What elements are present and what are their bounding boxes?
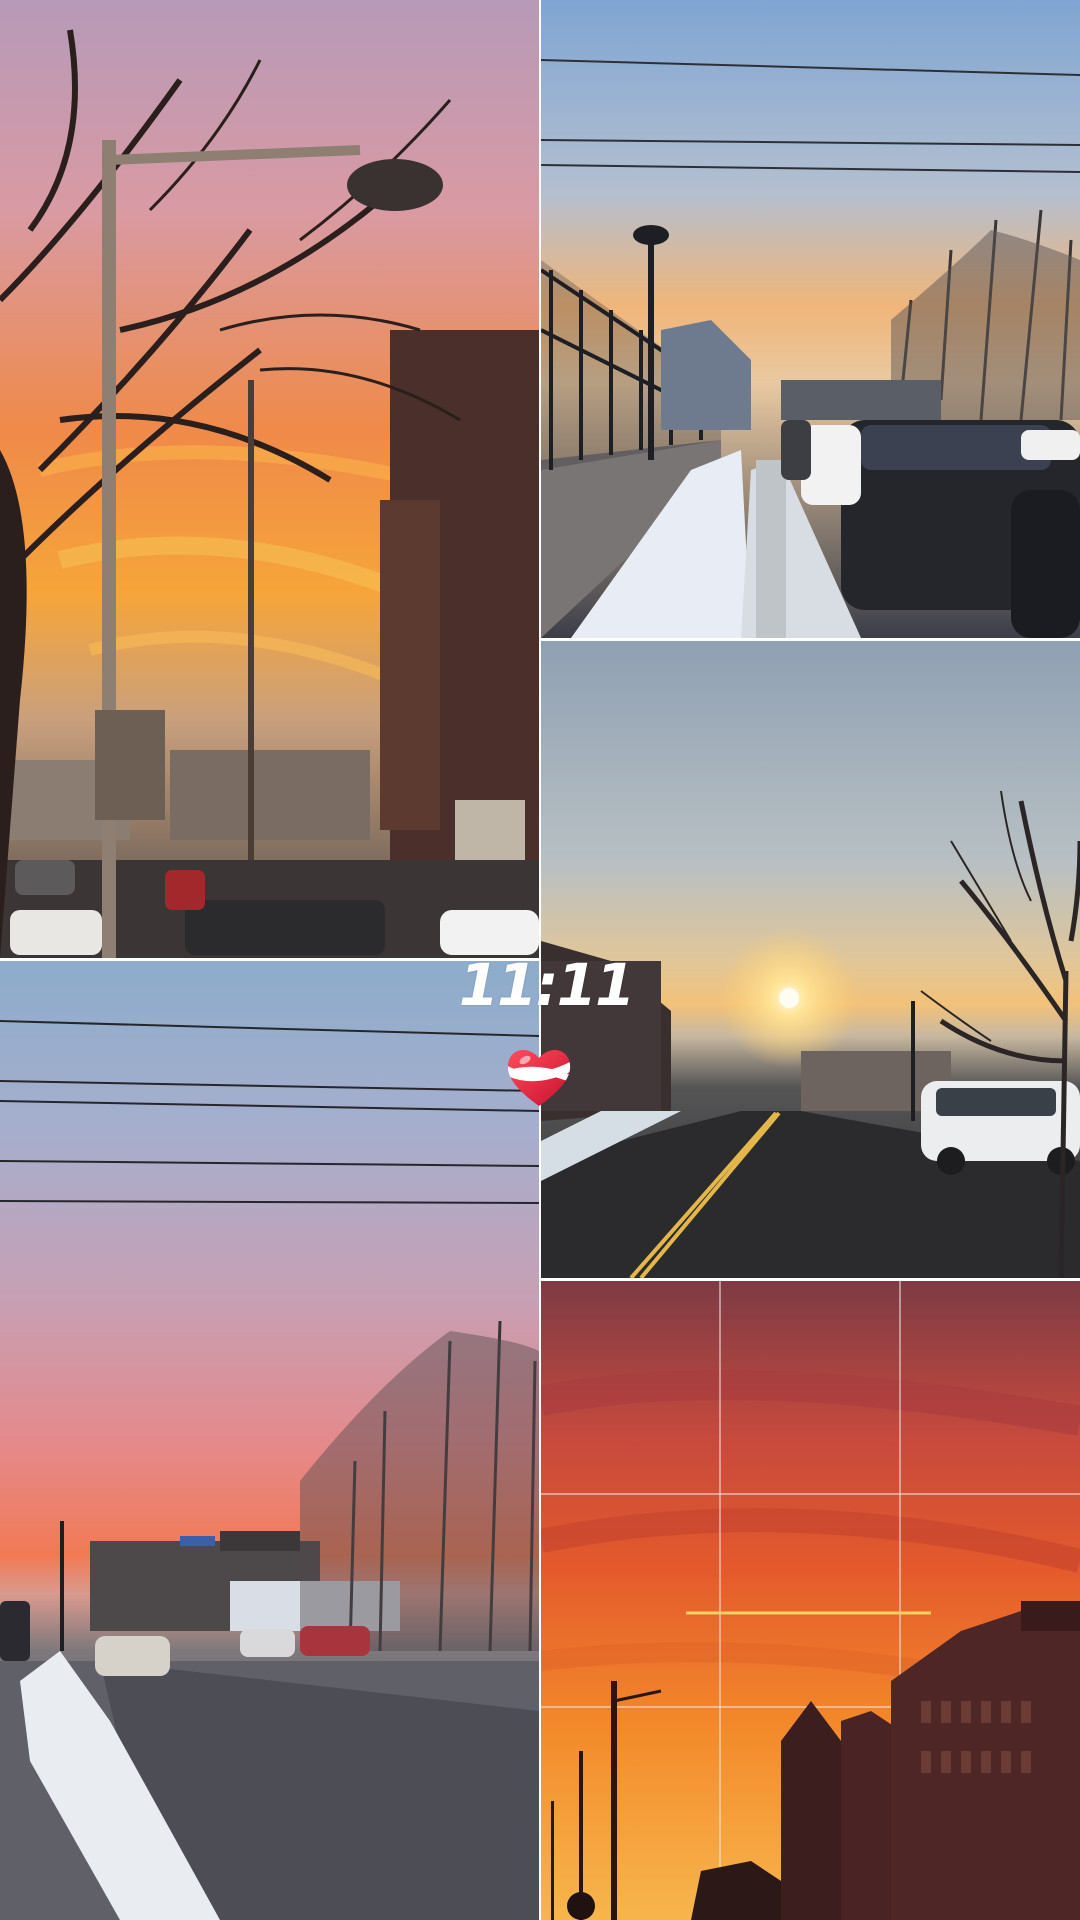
time-sticker[interactable]: 11:11 (436, 950, 656, 1020)
photo-sunset-streetlamp (0, 0, 539, 958)
photo-red-sky-camera-grid: 5 1 2× 5 (541, 1281, 1080, 1920)
photo-pink-sunset-street (0, 961, 539, 1920)
heart-with-ribbon-icon[interactable] (503, 1040, 575, 1112)
photo-snowy-sidewalk-cars (541, 0, 1080, 638)
